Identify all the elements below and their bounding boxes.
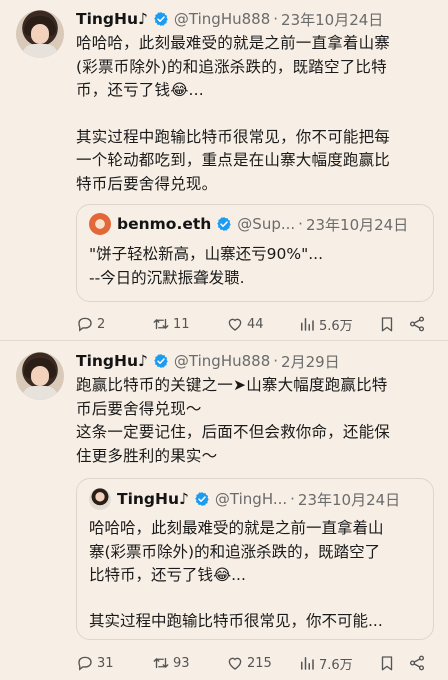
- avatar-shirt: [22, 386, 58, 400]
- author-name[interactable]: TingHu♪: [76, 352, 148, 370]
- tweet-actions: 31 93 215 7.6万: [76, 652, 432, 674]
- views-icon: [298, 315, 316, 333]
- tweet-line: (彩票币除外)的和追涨杀跌的，既踏空了比特: [76, 57, 387, 76]
- reply-button[interactable]: 2: [76, 315, 152, 333]
- retweet-count: 11: [173, 316, 190, 332]
- views-button[interactable]: 7.6万: [298, 654, 378, 673]
- reply-count: 31: [97, 655, 114, 671]
- like-button[interactable]: 215: [226, 654, 298, 672]
- quoted-tweet[interactable]: TingHu♪ @TingH... · 23年10月24日 哈哈哈，此刻最难受的…: [76, 478, 434, 640]
- retweet-icon: [152, 654, 170, 672]
- quoted-line: 比特币，还亏了钱😂...: [89, 566, 246, 584]
- like-count: 215: [247, 655, 272, 671]
- views-icon: [298, 654, 316, 672]
- retweet-button[interactable]: 11: [152, 315, 226, 333]
- like-icon: [226, 654, 244, 672]
- separator: ·: [290, 490, 295, 508]
- share-button[interactable]: [408, 654, 432, 672]
- quoted-line: 寨(彩票币除外)的和追涨杀跌的，既踏空了: [89, 542, 381, 561]
- divider: [0, 340, 448, 341]
- retweet-button[interactable]: 93: [152, 654, 226, 672]
- quoted-line: "饼子轻松新高，山寨还亏90%"...: [89, 245, 323, 263]
- bookmark-button[interactable]: [378, 315, 408, 333]
- tweet-header: TingHu♪ @TingHu888 · 23年10月24日: [76, 9, 383, 29]
- separator: ·: [298, 215, 303, 233]
- quoted-tweet-text: 哈哈哈，此刻最难受的就是之前一直拿着山 寨(彩票币除外)的和追涨杀跌的，既踏空了…: [89, 517, 423, 633]
- like-icon: [226, 315, 244, 333]
- tweet-line: 其实过程中跑输比特币很常见，你不可能把每: [76, 127, 391, 146]
- separator: ·: [273, 10, 279, 28]
- avatar[interactable]: [16, 10, 64, 58]
- quoted-tweet-date[interactable]: 23年10月24日: [306, 214, 408, 235]
- reply-button[interactable]: 31: [76, 654, 152, 672]
- tweet-text: 哈哈哈，此刻最难受的就是之前一直拿着山寨 (彩票币除外)的和追涨杀跌的，既踏空了…: [76, 32, 432, 196]
- bookmark-button[interactable]: [378, 654, 408, 672]
- retweet-count: 93: [173, 655, 190, 671]
- reply-icon: [76, 654, 94, 672]
- views-button[interactable]: 5.6万: [298, 315, 378, 334]
- quoted-tweet-header: benmo.eth @Sup... · 23年10月24日: [89, 213, 408, 235]
- tweet-line: 特币后要舍得兑现。: [76, 174, 218, 193]
- avatar[interactable]: [16, 352, 64, 400]
- verified-badge-icon: [153, 353, 169, 369]
- reply-count: 2: [97, 316, 106, 332]
- share-button[interactable]: [408, 315, 432, 333]
- avatar-shirt: [22, 44, 58, 58]
- verified-badge-icon: [216, 216, 232, 232]
- avatar-face: [31, 24, 49, 44]
- bookmark-icon: [378, 654, 396, 672]
- tweet-line: 这条一定要记住，后面不但会救你命，还能保: [76, 423, 391, 441]
- quoted-author-name[interactable]: TingHu♪: [117, 490, 189, 508]
- tweet-actions: 2 11 44 5.6万: [76, 313, 432, 335]
- tweet-text: 跑赢比特币的关键之一➤山寨大幅度跑赢比特 币后要舍得兑现～ 这条一定要记住，后面…: [76, 374, 432, 468]
- retweet-icon: [152, 315, 170, 333]
- quoted-tweet-text: "饼子轻松新高，山寨还亏90%"... --今日的沉默振聋发聩.: [89, 243, 423, 290]
- views-count: 5.6万: [319, 318, 353, 334]
- quoted-line: --今日的沉默振聋发聩.: [89, 268, 245, 287]
- quoted-author-handle[interactable]: @Sup...: [237, 215, 295, 233]
- bookmark-icon: [378, 315, 396, 333]
- quoted-tweet[interactable]: benmo.eth @Sup... · 23年10月24日 "饼子轻松新高，山寨…: [76, 204, 434, 302]
- reply-icon: [76, 315, 94, 333]
- tweet-date[interactable]: 23年10月24日: [281, 9, 383, 30]
- quoted-tweet-date[interactable]: 23年10月24日: [298, 489, 400, 510]
- views-count: 7.6万: [319, 657, 353, 673]
- tweet-line: 币，还亏了钱😂...: [76, 81, 204, 99]
- verified-badge-icon: [194, 491, 210, 507]
- tweet-date[interactable]: 2月29日: [281, 351, 340, 372]
- share-icon: [408, 654, 426, 672]
- share-icon: [408, 315, 426, 333]
- quoted-line: 其实过程中跑输比特币很常见，你不可能...: [89, 611, 383, 630]
- tweet-line: 住更多胜利的果实～: [76, 446, 218, 465]
- quoted-author-name[interactable]: benmo.eth: [117, 215, 211, 233]
- tweet-line: 哈哈哈，此刻最难受的就是之前一直拿着山寨: [76, 34, 391, 52]
- author-name[interactable]: TingHu♪: [76, 10, 148, 28]
- verified-badge-icon: [153, 11, 169, 27]
- tweet-line: 跑赢比特币的关键之一➤山寨大幅度跑赢比特: [76, 376, 388, 394]
- author-handle[interactable]: @TingHu888: [174, 10, 270, 28]
- author-handle[interactable]: @TingHu888: [174, 352, 270, 370]
- separator: ·: [273, 352, 279, 370]
- quoted-line: 哈哈哈，此刻最难受的就是之前一直拿着山: [89, 519, 384, 537]
- quoted-tweet-header: TingHu♪ @TingH... · 23年10月24日: [89, 488, 400, 510]
- like-count: 44: [247, 316, 264, 332]
- tweet-line: 一个轮动都吃到，重点是在山寨大幅度跑赢比: [76, 151, 391, 169]
- like-button[interactable]: 44: [226, 315, 298, 333]
- avatar-face: [31, 366, 49, 386]
- tweet-header: TingHu♪ @TingHu888 · 2月29日: [76, 351, 340, 371]
- quoted-avatar[interactable]: [89, 213, 111, 235]
- quoted-author-handle[interactable]: @TingH...: [215, 490, 287, 508]
- tweet-line: 币后要舍得兑现～: [76, 399, 202, 418]
- quoted-avatar[interactable]: [89, 488, 111, 510]
